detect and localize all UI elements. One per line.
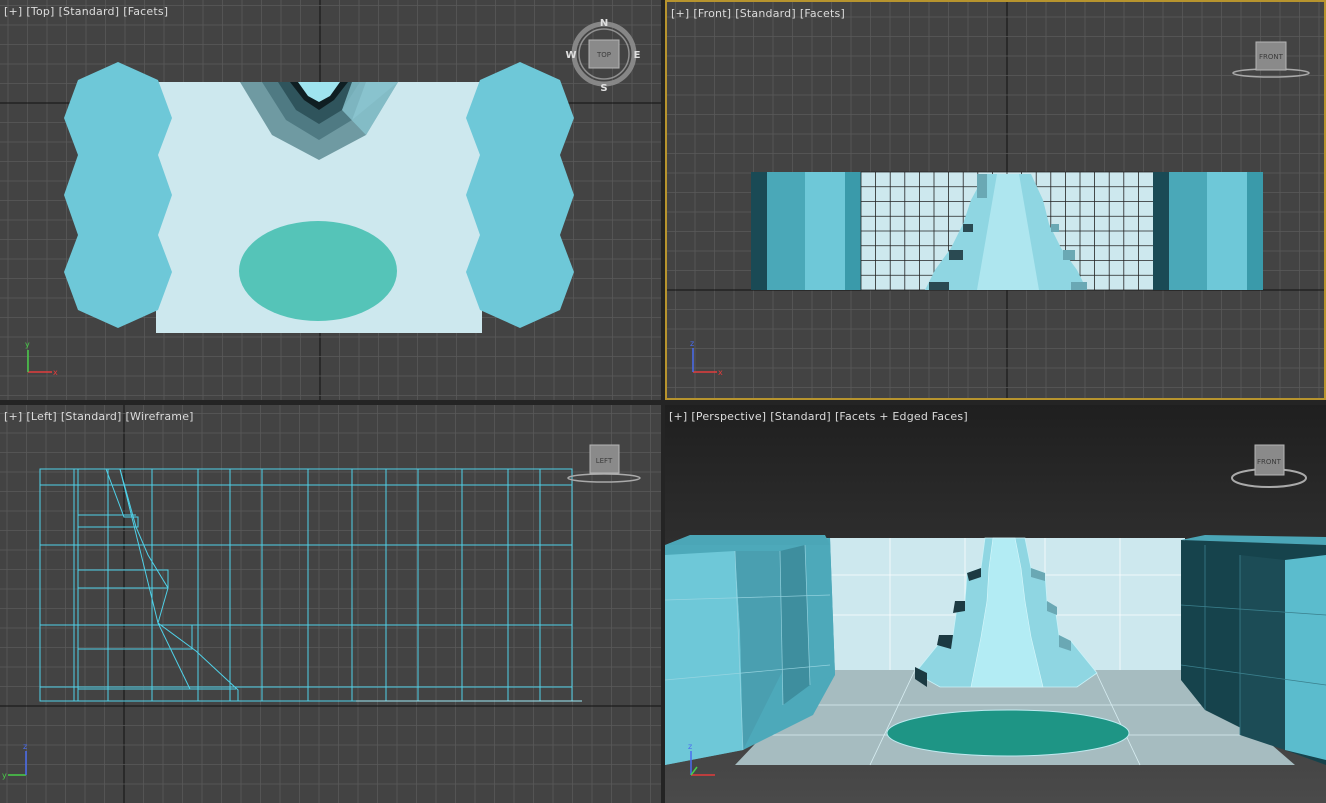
svg-text:z: z [23, 742, 27, 751]
axis-tripod: y z [2, 742, 27, 780]
view-name[interactable]: [Front] [693, 7, 731, 20]
right-wall-object[interactable] [466, 62, 574, 328]
svg-text:x: x [718, 368, 723, 377]
viewport-label[interactable]: [+] [Top] [Standard] [Facets] [4, 5, 172, 18]
left-scene: LEFT y z [0, 405, 661, 803]
view-name[interactable]: [Perspective] [691, 410, 766, 423]
svg-text:y: y [2, 771, 7, 780]
svg-text:y: y [25, 340, 30, 349]
viewport-perspective[interactable]: FRONT z [+] [Perspective] [Standard] [Facet… [665, 405, 1326, 803]
display-mode[interactable]: [Facets] [800, 7, 845, 20]
svg-text:z: z [690, 339, 694, 348]
compass-east: E [634, 50, 641, 61]
viewport-menu[interactable]: [+] [4, 5, 22, 18]
viewcube[interactable]: FRONT [1232, 41, 1310, 78]
front-scene: FRONT x z [667, 2, 1324, 398]
viewcube-label: LEFT [596, 457, 613, 465]
viewport-label[interactable]: [+] [Front] [Standard] [Facets] [671, 7, 849, 20]
display-mode[interactable]: [Facets] [123, 5, 168, 18]
front-objects[interactable] [751, 171, 1263, 291]
perspective-scene: FRONT z [665, 405, 1326, 803]
viewcube-label: FRONT [1259, 53, 1284, 61]
viewcube[interactable]: TOP N S E W [565, 18, 640, 94]
shading-preset[interactable]: [Standard] [770, 410, 831, 423]
display-mode[interactable]: [Facets + Edged Faces] [835, 410, 968, 423]
compass-south: S [600, 83, 607, 94]
viewport-menu[interactable]: [+] [671, 7, 689, 20]
wireframe-objects[interactable] [39, 468, 582, 702]
viewport-top[interactable]: TOP N S E W x y [+] [Top] [Standard] [Facet… [0, 0, 661, 400]
top-scene: TOP N S E W x y [0, 0, 661, 400]
grid [0, 405, 661, 803]
viewcube-label: FRONT [1257, 458, 1282, 466]
view-name[interactable]: [Top] [26, 5, 54, 18]
viewport-menu[interactable]: [+] [4, 410, 22, 423]
disc-object[interactable] [239, 221, 397, 321]
compass-north: N [600, 18, 608, 29]
svg-text:z: z [688, 742, 692, 751]
svg-text:x: x [53, 368, 58, 377]
viewport-front[interactable]: FRONT x z [+] [Front] [Standard] [Facets] [665, 0, 1326, 400]
shading-preset[interactable]: [Standard] [59, 5, 120, 18]
shading-preset[interactable]: [Standard] [61, 410, 122, 423]
view-name[interactable]: [Left] [26, 410, 56, 423]
left-wall-object[interactable] [64, 62, 172, 328]
display-mode[interactable]: [Wireframe] [126, 410, 194, 423]
viewport-label[interactable]: [+] [Perspective] [Standard] [Facets + Edge… [669, 410, 972, 423]
viewcube[interactable]: LEFT [567, 444, 641, 483]
shading-preset[interactable]: [Standard] [735, 7, 796, 20]
axis-tripod: x y [25, 340, 58, 377]
compass-west: W [565, 50, 576, 61]
viewport-left[interactable]: LEFT y z [+] [Left] [Standard] [Wireframe] [0, 405, 661, 803]
viewcube-label: TOP [596, 51, 611, 59]
viewport-menu[interactable]: [+] [669, 410, 687, 423]
viewport-label[interactable]: [+] [Left] [Standard] [Wireframe] [4, 410, 198, 423]
disc-object[interactable] [886, 709, 1130, 757]
